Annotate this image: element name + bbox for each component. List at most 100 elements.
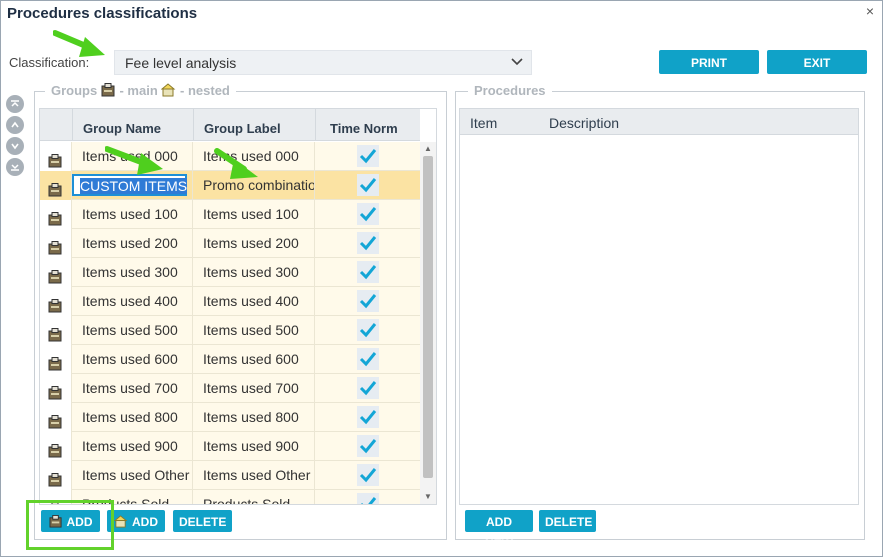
exit-button[interactable]: EXIT (767, 50, 867, 74)
print-button[interactable]: PRINT (659, 50, 759, 74)
time-norm-checkbox[interactable] (356, 202, 379, 225)
group-name-cell[interactable]: Items used 000 (72, 142, 193, 171)
group-label-cell[interactable]: Items used 800 (193, 403, 315, 432)
window-title: Procedures classifications (7, 5, 198, 22)
group-label-cell[interactable]: Items used 900 (193, 432, 315, 461)
move-up-icon[interactable] (6, 116, 24, 134)
groups-scrollbar[interactable]: ▲ ▼ (420, 142, 436, 504)
group-name-cell[interactable]: Items used 500 (72, 316, 193, 345)
main-group-icon (40, 432, 72, 461)
header-group-label[interactable]: Group Label (193, 109, 315, 141)
table-row[interactable]: Items used Other Items used Other (40, 461, 420, 490)
group-name-cell[interactable]: Items used 300 (72, 258, 193, 287)
group-name-cell[interactable]: Products Sold (72, 490, 193, 504)
move-down-icon[interactable] (6, 137, 24, 155)
time-norm-checkbox[interactable] (356, 376, 379, 399)
add-main-group-button[interactable]: ADD (41, 510, 100, 532)
nested-group-icon (161, 83, 176, 100)
table-row[interactable]: Items used 400 Items used 400 (40, 287, 420, 316)
group-label-cell[interactable]: Items used 600 (193, 345, 315, 374)
group-name-cell[interactable]: Items used 400 (72, 287, 193, 316)
group-name-cell[interactable]: Items used 200 (72, 229, 193, 258)
group-label-cell[interactable]: Items used Other (193, 461, 315, 490)
table-row[interactable]: CUSTOM ITEMS Promo combinations (40, 171, 420, 200)
group-name-edit-input[interactable]: CUSTOM ITEMS (72, 171, 193, 200)
classification-select[interactable]: Fee level analysis (114, 50, 532, 75)
time-norm-cell (315, 142, 420, 171)
time-norm-checkbox[interactable] (356, 173, 379, 196)
header-group-name[interactable]: Group Name (72, 109, 193, 141)
move-bottom-icon[interactable] (6, 158, 24, 176)
main-group-icon (40, 142, 72, 171)
group-name-cell[interactable]: Items used 600 (72, 345, 193, 374)
groups-legend: Groups - main - nested (45, 83, 236, 100)
main-group-icon (40, 229, 72, 258)
delete-group-button[interactable]: DELETE (173, 510, 232, 532)
group-label-cell[interactable]: Items used 700 (193, 374, 315, 403)
time-norm-checkbox[interactable] (356, 144, 379, 167)
table-row[interactable]: Items used 600 Items used 600 (40, 345, 420, 374)
group-label-cell[interactable]: Items used 500 (193, 316, 315, 345)
group-name-cell[interactable]: Items used 700 (72, 374, 193, 403)
group-label-cell[interactable]: Items used 100 (193, 200, 315, 229)
table-row[interactable]: Items used 100 Items used 100 (40, 200, 420, 229)
procedures-grid: Item Description (459, 108, 859, 505)
time-norm-cell (315, 490, 420, 504)
group-label-cell[interactable]: Products Sold (193, 490, 315, 504)
table-row[interactable]: Items used 500 Items used 500 (40, 316, 420, 345)
group-name-cell[interactable]: Items used 100 (72, 200, 193, 229)
time-norm-checkbox[interactable] (356, 492, 379, 504)
procedures-legend: Procedures (468, 83, 552, 98)
table-row[interactable]: Items used 700 Items used 700 (40, 374, 420, 403)
time-norm-cell (315, 403, 420, 432)
close-icon[interactable]: × (866, 3, 874, 19)
header-item[interactable]: Item (470, 109, 497, 137)
time-norm-checkbox[interactable] (356, 347, 379, 370)
time-norm-checkbox[interactable] (356, 434, 379, 457)
group-label-cell[interactable]: Items used 400 (193, 287, 315, 316)
table-row[interactable]: Items used 800 Items used 800 (40, 403, 420, 432)
legend-main-text: - main (119, 83, 158, 98)
main-group-icon (40, 374, 72, 403)
add-new-procedure-button[interactable]: ADD NEW (465, 510, 533, 551)
scroll-up-icon[interactable]: ▲ (420, 142, 436, 156)
main-group-icon (101, 83, 116, 100)
time-norm-cell (315, 200, 420, 229)
move-top-icon[interactable] (6, 95, 24, 113)
table-row[interactable]: Products Sold Products Sold (40, 490, 420, 504)
table-row[interactable]: Items used 000 Items used 000 (40, 142, 420, 171)
scroll-thumb[interactable] (423, 156, 433, 478)
time-norm-checkbox[interactable] (356, 463, 379, 486)
group-label-cell[interactable]: Items used 300 (193, 258, 315, 287)
time-norm-checkbox[interactable] (356, 405, 379, 428)
time-norm-cell (315, 287, 420, 316)
time-norm-cell (315, 316, 420, 345)
classification-label: Classification: (9, 55, 90, 70)
procedures-classifications-window: Procedures classifications × Classificat… (0, 0, 883, 557)
group-name-cell[interactable]: Items used 800 (72, 403, 193, 432)
group-name-cell[interactable]: Items used 900 (72, 432, 193, 461)
group-name-cell[interactable]: Items used Other (72, 461, 193, 490)
time-norm-cell (315, 258, 420, 287)
table-row[interactable]: Items used 200 Items used 200 (40, 229, 420, 258)
add-nested-label: ADD (132, 515, 158, 529)
time-norm-checkbox[interactable] (356, 231, 379, 254)
time-norm-checkbox[interactable] (356, 289, 379, 312)
group-label-cell[interactable]: Items used 200 (193, 229, 315, 258)
time-norm-cell (315, 171, 420, 200)
table-row[interactable]: Items used 900 Items used 900 (40, 432, 420, 461)
time-norm-cell (315, 461, 420, 490)
header-time-norm[interactable]: Time Norm (315, 109, 420, 141)
group-label-cell[interactable]: Promo combinations (193, 171, 315, 200)
group-name-selected-text: CUSTOM ITEMS (80, 178, 188, 194)
time-norm-cell (315, 374, 420, 403)
time-norm-checkbox[interactable] (356, 260, 379, 283)
scroll-down-icon[interactable]: ▼ (420, 490, 436, 504)
add-main-label: ADD (66, 515, 93, 529)
header-description[interactable]: Description (549, 109, 619, 137)
delete-procedure-button[interactable]: DELETE (539, 510, 596, 532)
table-row[interactable]: Items used 300 Items used 300 (40, 258, 420, 287)
group-label-cell[interactable]: Items used 000 (193, 142, 315, 171)
time-norm-checkbox[interactable] (356, 318, 379, 341)
add-nested-group-button[interactable]: ADD (107, 510, 165, 532)
